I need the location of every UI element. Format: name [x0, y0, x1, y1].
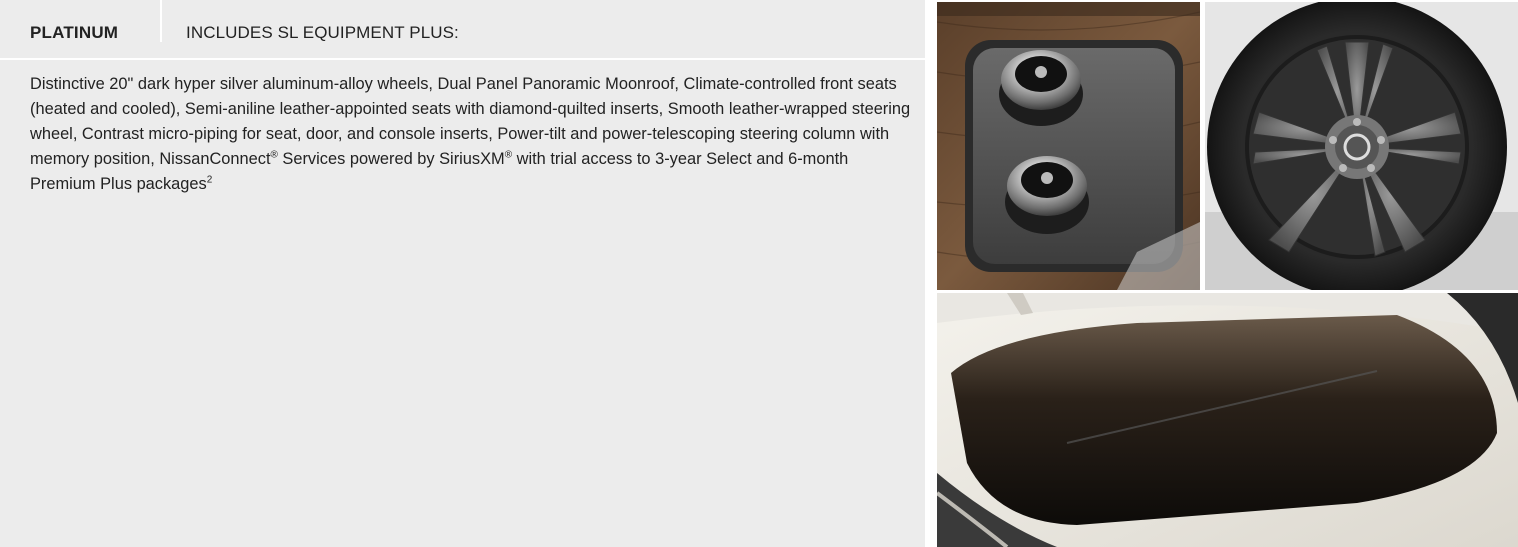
panoramic-moonroof-photo [937, 293, 1518, 547]
trim-header: PLATINUM INCLUDES SL EQUIPMENT PLUS: [0, 0, 925, 59]
registered-mark: ® [270, 149, 278, 161]
feature-description: Distinctive 20" dark hyper silver alumin… [30, 72, 915, 197]
section-divider [0, 58, 925, 60]
footnote-marker: 2 [206, 174, 213, 186]
trim-name: PLATINUM [30, 23, 119, 42]
alloy-wheel-photo [1205, 2, 1518, 290]
feature-panel: PLATINUM INCLUDES SL EQUIPMENT PLUS: Dis… [0, 0, 925, 547]
header-divider [160, 0, 162, 42]
includes-label: INCLUDES SL EQUIPMENT PLUS: [186, 23, 459, 42]
registered-mark: ® [504, 149, 513, 161]
description-text-mid: Services powered by SiriusXM [277, 150, 505, 169]
seat-controls-photo [937, 2, 1200, 290]
